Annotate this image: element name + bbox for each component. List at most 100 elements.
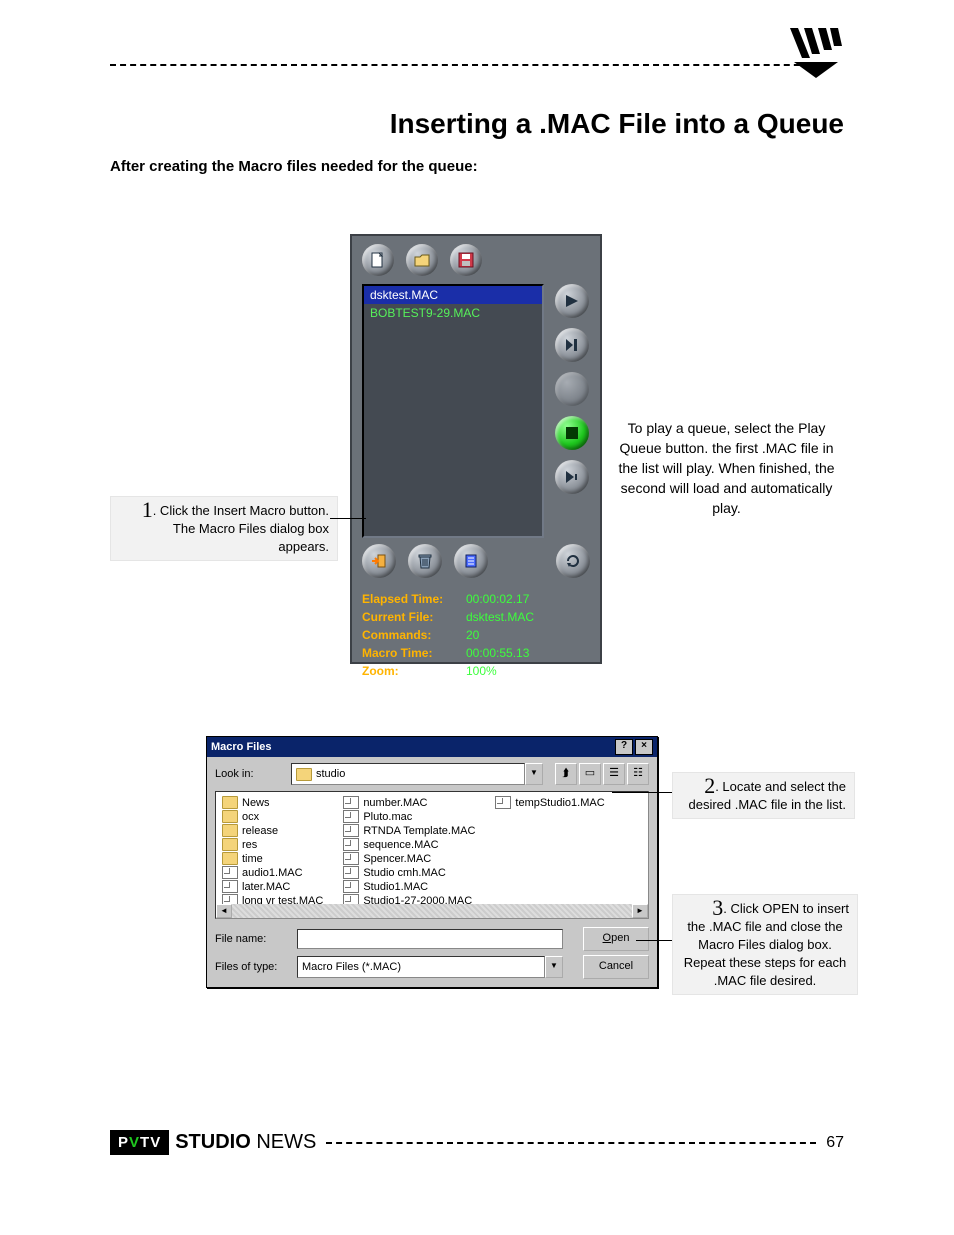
file-icon [222,880,238,893]
file-icon [495,796,511,809]
scroll-track[interactable] [232,904,632,918]
up-one-level-icon[interactable]: ⮭ [555,763,577,785]
list-item[interactable]: RTNDA Template.MAC [343,824,475,837]
page-footer: PVTV STUDIO NEWS 67 [110,1130,844,1155]
file-name: RTNDA Template.MAC [363,825,475,837]
list-item[interactable]: Spencer.MAC [343,852,475,865]
dialog-title: Macro Files [211,741,272,753]
status-label: Zoom: [362,662,452,680]
file-name: ocx [242,811,259,823]
save-file-icon[interactable] [450,244,482,276]
callout-step3: 3. Click OPEN to insert the .MAC file an… [672,894,858,995]
open-button[interactable]: OOpenpen [583,927,649,951]
folder-icon [222,838,238,851]
chevron-down-icon[interactable]: ▼ [545,956,563,978]
callout-text: the .MAC file and close the Macro Files … [681,918,849,990]
list-item[interactable]: Studio cmh.MAC [343,866,475,879]
filetype-combo[interactable]: Macro Files (*.MAC) ▼ [297,956,563,978]
chevron-down-icon[interactable]: ▼ [525,763,543,785]
scroll-right-icon[interactable]: ► [632,904,648,918]
queue-file-list[interactable]: dsktest.MAC BOBTEST9-29.MAC [362,284,544,538]
step-icon[interactable] [555,460,589,494]
callout-text: . Click OPEN to insert [723,901,849,916]
status-value: 00:00:02.17 [466,590,529,608]
filetype-label: Files of type: [215,961,291,973]
new-file-icon[interactable] [362,244,394,276]
list-item[interactable]: time [222,852,323,865]
callout-text: desired .MAC file in the list. [681,796,846,814]
filename-label: File name: [215,933,291,945]
record-icon[interactable] [555,284,589,318]
horizontal-scrollbar[interactable]: ◄ ► [216,904,648,918]
list-item[interactable]: Studio1.MAC [343,880,475,893]
list-item[interactable]: audio1.MAC [222,866,323,879]
help-icon[interactable]: ? [615,739,633,755]
play-queue-note: To play a queue, select the Play Queue b… [614,418,839,518]
desktop-icon[interactable]: ▭ [579,763,601,785]
list-item[interactable]: number.MAC [343,796,475,809]
play-queue-button[interactable] [555,416,589,450]
disabled-icon [555,372,589,406]
list-item[interactable]: Pluto.mac [343,810,475,823]
leader-line [636,940,672,941]
list-item[interactable]: later.MAC [222,880,323,893]
status-label: Current File: [362,608,452,626]
list-view-icon[interactable]: ☰ [603,763,625,785]
file-name: Studio1.MAC [363,881,428,893]
dialog-titlebar: Macro Files ? × [207,737,657,757]
status-label: Commands: [362,626,452,644]
leader-line [612,792,672,793]
file-icon [343,880,359,893]
page-title: Inserting a .MAC File into a Queue [390,108,844,140]
delete-icon[interactable] [408,544,442,578]
details-view-icon[interactable]: ☷ [627,763,649,785]
filename-input[interactable] [297,929,563,949]
list-item[interactable]: res [222,838,323,851]
queue-panel: dsktest.MAC BOBTEST9-29.MAC Elapsed Time… [350,234,602,664]
list-item[interactable]: dsktest.MAC [364,286,542,304]
filetype-value: Macro Files (*.MAC) [302,961,401,973]
callout-number: 2 [704,773,715,798]
lookin-value: studio [316,768,345,780]
cancel-button[interactable]: Cancel [583,955,649,979]
callout-number: 1 [142,497,153,522]
file-name: tempStudio1.MAC [515,797,604,809]
list-item[interactable]: tempStudio1.MAC [495,796,604,809]
footer-product: STUDIO NEWS [175,1131,316,1154]
folder-icon [222,852,238,865]
page-number: 67 [826,1134,844,1152]
list-item[interactable]: sequence.MAC [343,838,475,851]
top-dashed-rule [110,64,830,66]
status-value: 100% [466,662,497,680]
scroll-left-icon[interactable]: ◄ [216,904,232,918]
file-name: release [242,825,278,837]
callout-text: The Macro Files dialog box appears. [119,520,329,556]
file-list-pane[interactable]: News ocx releaserestime audio1.MAClater.MAC… [215,791,649,919]
list-item[interactable]: release [222,824,323,837]
close-icon[interactable]: × [635,739,653,755]
file-icon [343,838,359,851]
open-file-icon[interactable] [406,244,438,276]
list-item[interactable]: ocx [222,810,323,823]
lookin-label: Look in: [215,768,285,780]
file-name: Pluto.mac [363,811,412,823]
lookin-combo[interactable]: studio ▼ [291,763,543,785]
callout-step1: 1. Click the Insert Macro button. The Ma… [110,496,338,561]
intro-text: After creating the Macro files needed fo… [110,158,478,175]
queue-status: Elapsed Time:00:00:02.17 Current File:ds… [352,584,600,684]
file-icon [343,824,359,837]
insert-macro-button[interactable] [362,544,396,578]
loop-icon[interactable] [556,544,590,578]
next-icon[interactable] [555,328,589,362]
folder-icon [222,796,238,809]
properties-icon[interactable] [454,544,488,578]
file-name: News [242,797,270,809]
status-value: dsktest.MAC [466,608,534,626]
status-value: 20 [466,626,479,644]
file-name: audio1.MAC [242,867,303,879]
list-item[interactable]: BOBTEST9-29.MAC [364,304,542,322]
corner-logo-icon [784,28,844,78]
file-icon [343,796,359,809]
status-value: 00:00:55.13 [466,644,529,662]
list-item[interactable]: News [222,796,323,809]
